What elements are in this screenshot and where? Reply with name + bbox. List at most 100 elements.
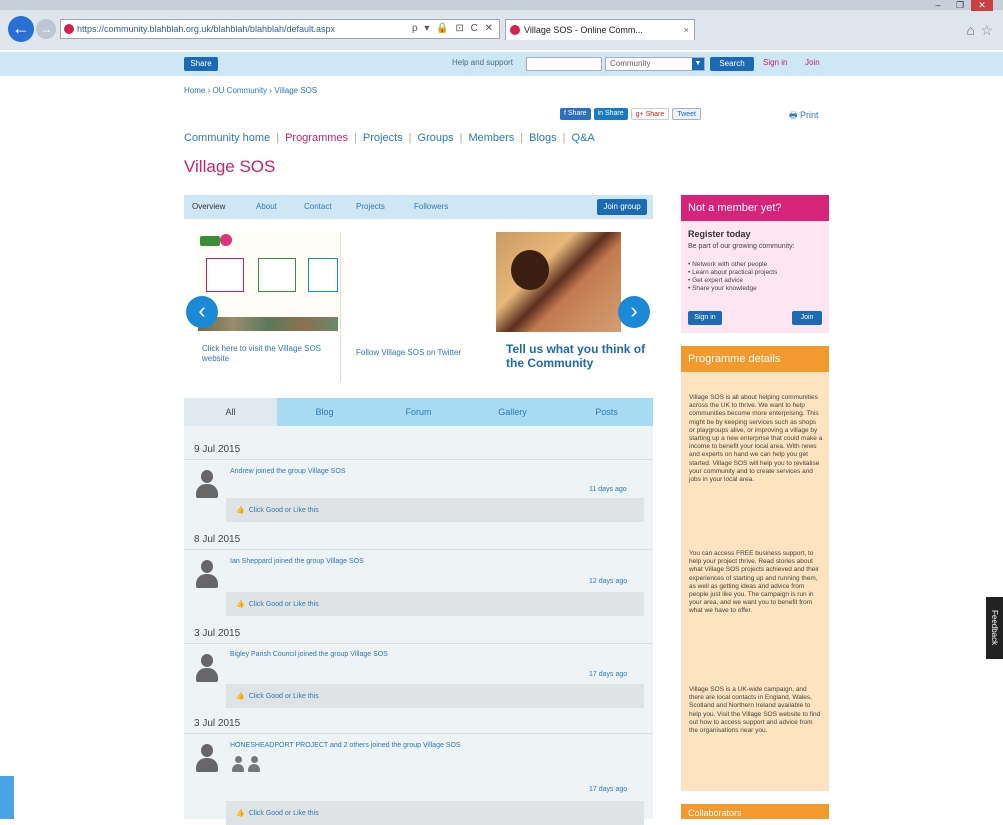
nav-projects[interactable]: Projects (363, 132, 403, 144)
member-join-button[interactable]: Join (792, 311, 822, 325)
register-title: Register today (688, 229, 751, 239)
feed-time[interactable]: 11 days ago (589, 486, 627, 493)
activity-feed: 9 Jul 2015 Andrew joined the group Villa… (184, 426, 653, 825)
feed-post[interactable]: Ian Sheppard joined the group Village SO… (230, 558, 364, 565)
minimize-button[interactable]: – (927, 0, 949, 10)
print-link[interactable]: 🖶 Print (789, 108, 819, 124)
nav-groups[interactable]: Groups (418, 132, 454, 144)
member-signin-button[interactable]: Sign in (688, 311, 722, 325)
programme-box-title: Programme details (681, 346, 829, 372)
collaborators-box: Collaborators (681, 804, 829, 819)
tweet-button[interactable]: Tweet (672, 108, 701, 120)
carousel-prev-icon[interactable]: ‹ (186, 296, 218, 328)
tab-about[interactable]: About (256, 202, 277, 211)
chevron-down-icon[interactable]: ▼ (692, 58, 704, 70)
like-link[interactable]: 👍 Click Good or Like this (236, 506, 319, 514)
gplus-share-button[interactable]: g+ Share (630, 108, 670, 120)
group-tabs: Overview About Contact Projects Follower… (184, 195, 653, 219)
like-label: Click Good or Like this (248, 507, 319, 514)
nav-programmes[interactable]: Programmes (285, 132, 348, 144)
avatar[interactable] (196, 744, 218, 772)
tab-close-icon[interactable]: × (684, 20, 689, 40)
feed-time[interactable]: 17 days ago (589, 786, 627, 793)
nav-community-home[interactable]: Community home (184, 132, 270, 144)
like-link[interactable]: 👍 Click Good or Like this (236, 600, 319, 608)
slide2-caption[interactable]: Follow Village SOS on Twitter (356, 348, 461, 357)
back-icon[interactable]: ← (8, 16, 34, 42)
breadcrumb[interactable]: Home › OU Community › Village SOS (184, 86, 317, 95)
tab-projects[interactable]: Projects (356, 202, 385, 211)
slide1-caption[interactable]: Click here to visit the Village SOS webs… (202, 344, 332, 364)
thumbnail-card (308, 258, 338, 292)
avatar[interactable] (196, 470, 218, 498)
join-link[interactable]: Join (805, 58, 820, 67)
site-favicon-icon (64, 24, 74, 34)
activity-tab-blog[interactable]: Blog (278, 398, 371, 426)
like-link[interactable]: 👍 Click Good or Like this (236, 809, 319, 817)
feed-time[interactable]: 12 days ago (589, 578, 627, 585)
slide3-caption[interactable]: Tell us what you think of the Community (506, 342, 646, 370)
address-bar[interactable]: https://community.blahblah.org.uk/blahbl… (60, 19, 500, 39)
avatar[interactable] (248, 756, 260, 772)
address-tools[interactable]: ρ ▾ 🔒 ⊡ C ✕ (412, 20, 495, 38)
avatar[interactable] (196, 654, 218, 682)
divider (184, 459, 653, 460)
favorites-star-icon[interactable]: ☆ (980, 22, 993, 39)
like-label: Click Good or Like this (248, 693, 319, 700)
signin-link[interactable]: Sign in (763, 58, 787, 67)
share-button[interactable]: Share (184, 57, 218, 71)
tab-favicon-icon (510, 25, 520, 35)
feed-date: 8 Jul 2015 (194, 534, 241, 545)
tab-overview[interactable]: Overview (192, 202, 225, 211)
tab-followers[interactable]: Followers (414, 202, 448, 211)
facebook-share-button[interactable]: f Share (560, 108, 591, 120)
search-scope-select[interactable]: Community ▼ (605, 57, 705, 71)
maximize-button[interactable]: ❐ (949, 0, 971, 11)
avatar[interactable] (196, 560, 218, 588)
activity-tab-forum[interactable]: Forum (372, 398, 465, 426)
slide-divider (340, 232, 341, 382)
activity-tab-gallery[interactable]: Gallery (466, 398, 559, 426)
linkedin-share-button[interactable]: in Share (593, 108, 628, 120)
feed-date: 3 Jul 2015 (194, 718, 241, 729)
list-item: Get expert advice (688, 277, 777, 285)
forward-icon[interactable]: → (36, 19, 56, 39)
feedback-tab[interactable]: Feedback (986, 597, 1003, 659)
feed-time[interactable]: 17 days ago (589, 671, 627, 678)
close-window-button[interactable]: ✕ (971, 0, 993, 11)
programme-box: Programme details Village SOS is all abo… (681, 346, 829, 791)
carousel-next-icon[interactable]: › (618, 296, 650, 328)
nav-qa[interactable]: Q&A (572, 132, 595, 144)
print-icon: 🖶 (789, 110, 798, 120)
activity-tabs: All Blog Forum Gallery Posts (184, 398, 653, 426)
feed-post[interactable]: Andrew joined the group Village SOS (230, 468, 345, 475)
feed-post[interactable]: HONESHEADPORT PROJECT and 2 others joine… (230, 742, 461, 749)
village-sos-website-image[interactable] (196, 232, 344, 332)
carousel: Click here to visit the Village SOS webs… (196, 232, 646, 382)
activity-tab-posts[interactable]: Posts (560, 398, 653, 426)
nav-separator: | (276, 132, 280, 144)
thumbs-up-icon: 👍 (236, 693, 245, 700)
nav-members[interactable]: Members (468, 132, 514, 144)
url-text: https://community.blahblah.org.uk/blahbl… (77, 24, 335, 34)
site-top-bar: Share Help and support Community ▼ Searc… (0, 52, 1003, 76)
member-box: Not a member yet? Register today Be part… (681, 195, 829, 333)
join-group-button[interactable]: Join group (597, 199, 647, 215)
browser-tab[interactable]: Village SOS - Online Comm... × (505, 19, 695, 40)
search-input[interactable] (526, 57, 602, 71)
like-link[interactable]: 👍 Click Good or Like this (236, 692, 319, 700)
avatar[interactable] (232, 756, 244, 772)
feed-post[interactable]: Bigley Parish Council joined the group V… (230, 651, 388, 658)
tab-contact[interactable]: Contact (304, 202, 332, 211)
window-controls[interactable]: – ❐ ✕ (927, 0, 993, 11)
like-label: Click Good or Like this (248, 601, 319, 608)
main-nav: Community home | Programmes | Projects | Group… (184, 132, 595, 144)
home-icon[interactable]: ⌂ (967, 22, 975, 38)
search-button[interactable]: Search (710, 57, 754, 71)
programme-paragraph: Village SOS is all about helping communi… (689, 394, 823, 484)
activity-tab-all[interactable]: All (184, 398, 277, 426)
nav-blogs[interactable]: Blogs (529, 132, 557, 144)
collaborators-title: Collaborators (688, 808, 742, 818)
programme-paragraph: Village SOS is a UK-wide campaign, and t… (689, 686, 821, 735)
help-support-link[interactable]: Help and support (452, 58, 513, 67)
